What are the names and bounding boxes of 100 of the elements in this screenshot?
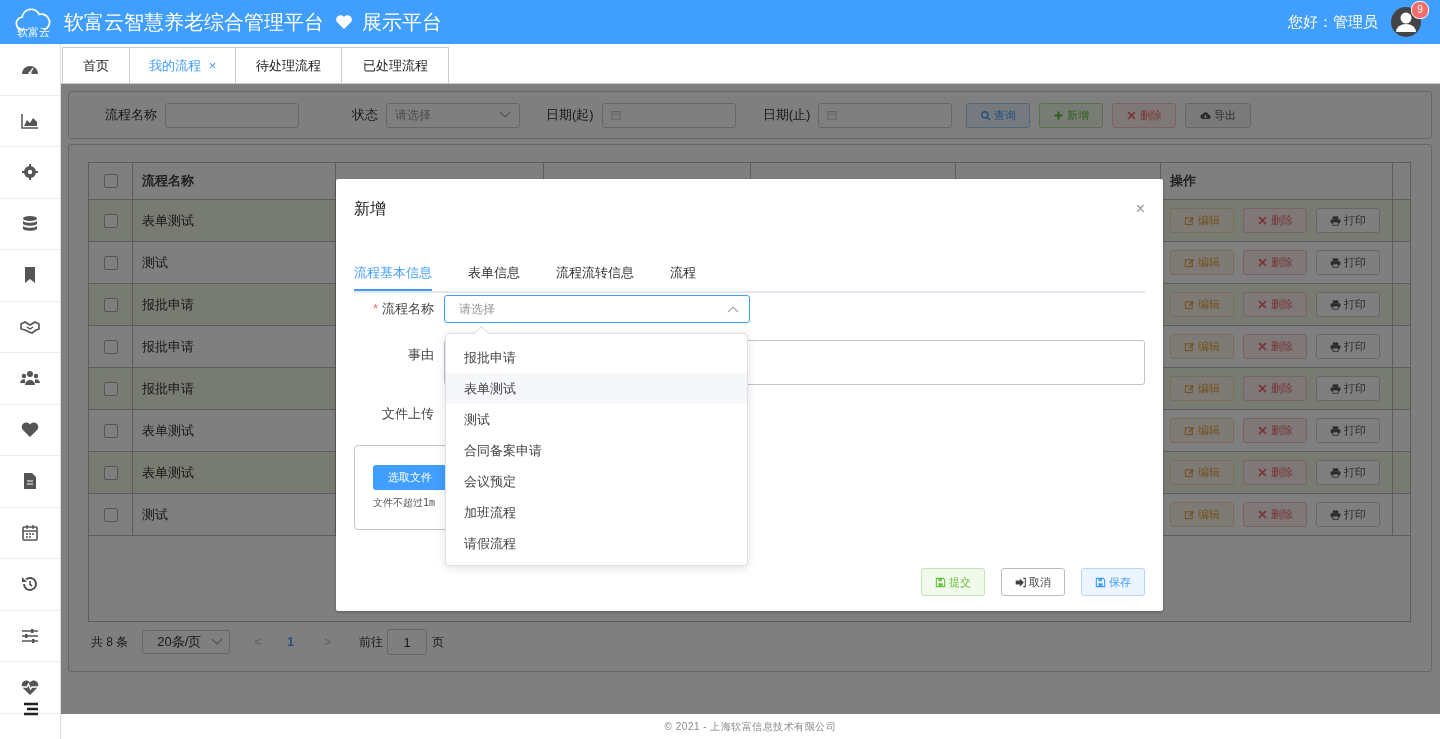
checkbox[interactable]: [103, 339, 118, 354]
printer-icon: [1330, 467, 1341, 478]
edit-icon: [1184, 299, 1195, 310]
print-button[interactable]: 打印: [1316, 418, 1380, 443]
edit-button[interactable]: 编辑: [1170, 502, 1234, 527]
cross-icon: [1257, 425, 1268, 436]
delete-button[interactable]: 删除: [1243, 376, 1307, 401]
tab[interactable]: 待处理流程: [236, 47, 342, 83]
previous-page-button[interactable]: <: [254, 635, 262, 649]
edit-icon: [1184, 425, 1195, 436]
field-label: 文件上传: [381, 405, 434, 423]
delete-button[interactable]: 删除: [1243, 334, 1307, 359]
edit-button[interactable]: 编辑: [1170, 250, 1234, 275]
checkbox[interactable]: [103, 174, 118, 188]
tab[interactable]: 我的流程 ×: [130, 47, 236, 83]
printer-icon: [1330, 257, 1341, 268]
greeting-text: 您好：管理员: [1288, 12, 1378, 32]
edit-icon: [1184, 467, 1195, 478]
cross-icon: [1257, 257, 1268, 268]
dropdown-option[interactable]: 加班流程: [446, 497, 747, 528]
print-button[interactable]: 打印: [1316, 502, 1380, 527]
cross-icon: [1257, 509, 1268, 520]
tab[interactable]: 已处理流程: [342, 47, 449, 83]
heart-icon: [335, 14, 353, 30]
select-field[interactable]: 请选择: [444, 295, 750, 323]
next-page-button[interactable]: >: [324, 635, 332, 649]
checkbox[interactable]: [103, 381, 118, 396]
export-button[interactable]: 导出: [1185, 102, 1252, 128]
page-number[interactable]: 1: [287, 635, 295, 649]
menu-icon: [23, 702, 39, 716]
delete-button[interactable]: 删除: [1243, 208, 1307, 233]
cross-icon: [1257, 383, 1268, 394]
edit-icon: [1184, 509, 1195, 520]
print-button[interactable]: 打印: [1316, 334, 1380, 359]
submit-button[interactable]: 提交: [921, 568, 985, 596]
calendar-icon: [827, 110, 838, 120]
dropdown-option[interactable]: 请假流程: [446, 528, 747, 559]
close-icon[interactable]: ×: [208, 58, 217, 73]
field-label: 流程名称: [105, 106, 157, 124]
input-field[interactable]: [165, 102, 299, 128]
print-button[interactable]: 打印: [1316, 376, 1380, 401]
save-button[interactable]: 保存: [1081, 568, 1145, 596]
print-button[interactable]: 打印: [1316, 460, 1380, 485]
checkbox[interactable]: [103, 507, 118, 522]
search-button[interactable]: 查询: [966, 102, 1031, 128]
chevron-down-icon: [211, 638, 224, 646]
cloud-download-icon: [1200, 109, 1212, 121]
printer-icon: [1330, 341, 1341, 352]
dropdown-option[interactable]: 测试: [446, 404, 747, 435]
print-button[interactable]: 打印: [1316, 292, 1380, 317]
tab[interactable]: 流程: [670, 261, 696, 291]
edit-button[interactable]: 编辑: [1170, 292, 1234, 317]
choose-file-button[interactable]: 选取文件: [373, 465, 447, 490]
checkbox[interactable]: [103, 213, 118, 228]
app-subtitle: 展示平台: [362, 9, 442, 35]
edit-button[interactable]: 编辑: [1170, 208, 1234, 233]
checkbox[interactable]: [103, 255, 118, 270]
page-input[interactable]: 1: [387, 629, 428, 655]
edit-button[interactable]: 编辑: [1170, 418, 1234, 443]
edit-button[interactable]: 编辑: [1170, 334, 1234, 359]
input-field[interactable]: [818, 102, 953, 128]
input-field[interactable]: [601, 102, 736, 128]
checkbox[interactable]: [103, 465, 118, 480]
cross-icon: [1257, 467, 1268, 478]
edit-icon: [1184, 383, 1195, 394]
search-icon: [980, 109, 992, 121]
field-label: 状态: [352, 106, 378, 124]
logo-text: 软富云: [16, 28, 50, 37]
delete-button[interactable]: 删除: [1243, 460, 1307, 485]
tab[interactable]: 流程流转信息: [556, 261, 634, 291]
tab[interactable]: 表单信息: [468, 261, 520, 291]
delete-button[interactable]: 删除: [1112, 102, 1177, 128]
edit-button[interactable]: 编辑: [1170, 460, 1234, 485]
checkbox[interactable]: [103, 297, 118, 312]
edit-button[interactable]: 编辑: [1170, 376, 1234, 401]
database-icon: [20, 213, 40, 234]
delete-button[interactable]: 删除: [1243, 250, 1307, 275]
delete-button[interactable]: 删除: [1243, 502, 1307, 527]
print-button[interactable]: 打印: [1316, 208, 1380, 233]
tab[interactable]: 首页: [62, 47, 130, 83]
print-button[interactable]: 打印: [1316, 250, 1380, 275]
dropdown-option[interactable]: 报批申请: [446, 342, 747, 373]
goto-label: 前往: [359, 633, 384, 651]
dialog-title: 新增: [354, 198, 386, 219]
dropdown-option[interactable]: 表单测试: [446, 373, 747, 404]
tab[interactable]: 流程基本信息: [354, 261, 432, 291]
dropdown-option[interactable]: 会议预定: [446, 466, 747, 497]
delete-button[interactable]: 删除: [1243, 292, 1307, 317]
cancel-button[interactable]: 取消: [1001, 568, 1065, 596]
chevron-down-icon: [499, 111, 511, 119]
total-count: 共 8 条: [91, 633, 129, 651]
checkbox[interactable]: [103, 423, 118, 438]
delete-button[interactable]: 删除: [1243, 418, 1307, 443]
cross-icon: [1257, 215, 1268, 226]
page-size-select[interactable]: 20条/页: [142, 630, 231, 654]
copyright-text: © 2021 - 上海软富信息技术有限公司: [664, 719, 837, 734]
add-button[interactable]: 新增: [1039, 102, 1104, 128]
field-label: 事由: [407, 346, 434, 364]
dropdown-option[interactable]: 合同备案申请: [446, 435, 747, 466]
close-button[interactable]: ×: [1135, 200, 1145, 218]
